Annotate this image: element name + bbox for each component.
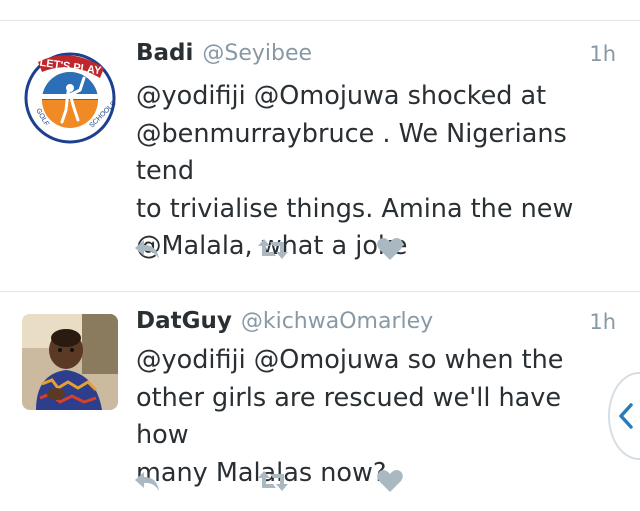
timestamp: 1h: [589, 42, 616, 66]
tweet-header: DatGuy @kichwaOmarley: [136, 308, 433, 344]
heart-icon[interactable]: [376, 468, 404, 498]
retweet-icon[interactable]: [256, 236, 290, 266]
golf-logo-image: LET'S PLAY GOLF SCHOOLS: [24, 52, 118, 144]
reply-icon[interactable]: [132, 468, 162, 498]
display-name[interactable]: DatGuy: [136, 308, 232, 334]
display-name[interactable]: Badi: [136, 40, 193, 66]
tweet[interactable]: LET'S PLAY GOLF SCHOOLS Badi @Seyibee 1h…: [0, 40, 640, 290]
chevron-left-icon: [619, 403, 633, 429]
timestamp: 1h: [589, 310, 616, 334]
tweet-actions: [132, 236, 432, 266]
tweet-header: Badi @Seyibee: [136, 40, 312, 76]
avatar[interactable]: LET'S PLAY GOLF SCHOOLS: [22, 48, 118, 144]
user-handle[interactable]: @kichwaOmarley: [241, 309, 433, 334]
heart-icon[interactable]: [376, 236, 404, 266]
child-photo-image: [22, 314, 118, 410]
retweet-icon[interactable]: [256, 468, 290, 498]
top-divider: [0, 20, 640, 21]
tweet-divider: [0, 291, 640, 292]
tweet-actions: [132, 468, 432, 498]
reply-icon[interactable]: [132, 236, 162, 266]
user-handle[interactable]: @Seyibee: [202, 41, 312, 66]
tweet[interactable]: DatGuy @kichwaOmarley 1h @yodifiji @Omoj…: [0, 308, 640, 508]
avatar[interactable]: [22, 314, 118, 410]
